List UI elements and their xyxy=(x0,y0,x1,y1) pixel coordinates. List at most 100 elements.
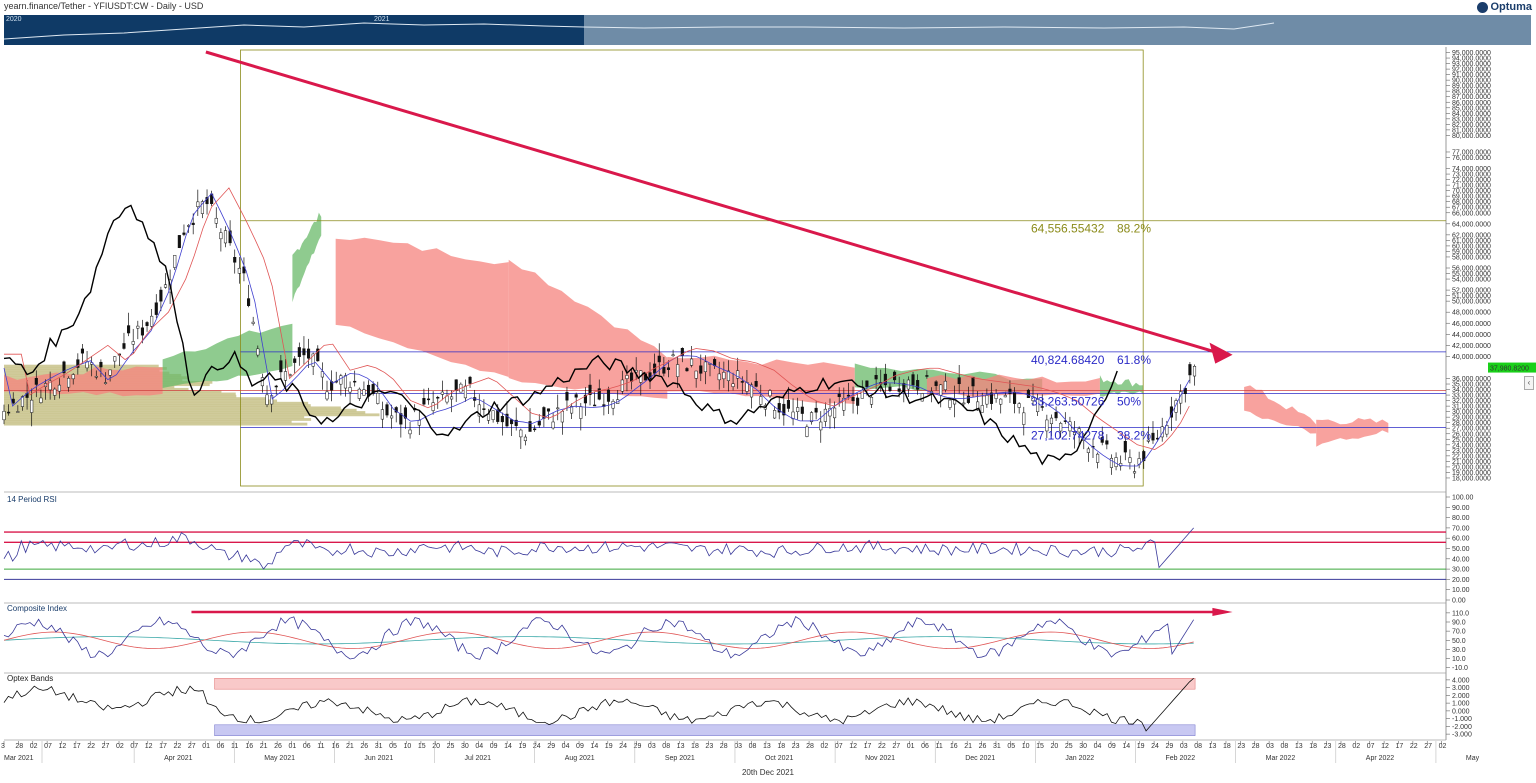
candle-body xyxy=(957,377,961,385)
x-month-label: Apr 2021 xyxy=(164,755,193,762)
price-y-tick-label: 58,000.0000 xyxy=(1452,254,1491,261)
candle-body xyxy=(339,375,343,385)
candle-body xyxy=(1008,388,1012,394)
x-day-tick-label: 14 xyxy=(590,743,598,750)
x-day-tick-label: 06 xyxy=(303,743,311,750)
price-y-tick-label: 54,000.0000 xyxy=(1452,277,1491,284)
composite-panel-title: Composite Index xyxy=(7,604,68,613)
candle-body xyxy=(468,376,472,384)
candle-body xyxy=(380,409,384,420)
fib-percent-label: 50% xyxy=(1117,395,1141,409)
x-day-tick-label: 22 xyxy=(87,743,95,750)
candle-body xyxy=(177,235,181,248)
x-day-tick-label: 16 xyxy=(950,743,958,750)
candle-body xyxy=(140,327,144,336)
candle-body xyxy=(454,379,458,391)
candle-body xyxy=(191,222,195,225)
candle-body xyxy=(934,381,938,386)
candle-body xyxy=(1132,471,1137,474)
candle-body xyxy=(565,391,569,401)
chart-canvas[interactable]: 64,556.55432 88.2% 40,824.68420 61.8% 33,263… xyxy=(0,0,1536,783)
candle-body xyxy=(16,411,20,413)
candle-body xyxy=(800,406,804,414)
price-y-tick-label: 76,000.0000 xyxy=(1452,155,1491,162)
candle-body xyxy=(1128,457,1132,463)
candle-body xyxy=(943,380,947,390)
optex-y-tick-label: 4.000 xyxy=(1452,677,1470,684)
x-day-tick-label: 17 xyxy=(1395,743,1403,750)
candle-body xyxy=(482,408,486,410)
x-day-tick-label: 21 xyxy=(346,743,354,750)
price-y-tick-label: 18,000.0000 xyxy=(1452,475,1491,482)
x-day-tick-label: 28 xyxy=(806,743,814,750)
x-day-tick-label: 22 xyxy=(878,743,886,750)
candle-body xyxy=(39,397,43,403)
rsi-y-tick-label: 80.00 xyxy=(1452,515,1470,522)
candle-body xyxy=(523,436,527,442)
fib-percent-label: 88.2% xyxy=(1117,222,1151,236)
candle-body xyxy=(999,398,1003,405)
x-month-label: May 2021 xyxy=(264,755,295,762)
candle-body xyxy=(496,409,500,422)
candle-body xyxy=(426,398,431,401)
candle-body xyxy=(925,375,929,377)
price-y-tick-label: 44,000.0000 xyxy=(1452,332,1491,339)
candle-body xyxy=(154,302,158,315)
price-y-tick-label: 40,000.0000 xyxy=(1452,354,1491,361)
x-day-tick-label: 19 xyxy=(1137,743,1145,750)
candle-body xyxy=(551,421,555,429)
x-day-tick-label: 08 xyxy=(662,743,670,750)
optex-y-tick-label: -2.000 xyxy=(1452,724,1472,731)
candle-body xyxy=(219,232,223,240)
candle-body xyxy=(1054,412,1058,419)
candle-body xyxy=(1151,432,1155,441)
x-day-tick-label: 26 xyxy=(979,743,987,750)
candle-body xyxy=(611,401,615,409)
x-month-label: Mar 2021 xyxy=(4,755,34,762)
x-day-tick-label: 24 xyxy=(1151,743,1159,750)
candle-body xyxy=(916,380,920,390)
candle-body xyxy=(846,394,850,397)
candle-body xyxy=(108,369,112,376)
candle-body xyxy=(1086,448,1090,453)
candle-body xyxy=(256,348,260,356)
x-month-label: Jul 2021 xyxy=(465,755,492,762)
price-y-tick-label: 50,000.0000 xyxy=(1452,299,1491,306)
candle-body xyxy=(99,361,103,368)
x-day-tick-label: 19 xyxy=(605,743,613,750)
x-day-tick-label: 10 xyxy=(404,743,412,750)
candle-body xyxy=(703,361,707,372)
candle-body xyxy=(773,410,777,419)
candle-body xyxy=(1096,453,1100,463)
x-month-label: Apr 2022 xyxy=(1366,755,1395,762)
x-day-tick-label: 27 xyxy=(1424,743,1432,750)
collapse-panel-button[interactable]: ‹ xyxy=(1524,376,1534,390)
candle-body xyxy=(53,388,57,396)
candle-body xyxy=(948,399,952,408)
x-day-tick-label: 14 xyxy=(1122,743,1130,750)
rsi-y-tick-label: 50.00 xyxy=(1452,546,1470,553)
x-day-tick-label: 10 xyxy=(1022,743,1030,750)
candle-body xyxy=(985,395,989,405)
candle-body xyxy=(431,402,435,411)
price-y-tick-label: 48,000.0000 xyxy=(1452,310,1491,317)
x-day-tick-label: 01 xyxy=(289,743,297,750)
candle-body xyxy=(874,375,878,380)
candle-body xyxy=(740,381,744,383)
candle-body xyxy=(662,367,666,374)
candle-body xyxy=(666,367,671,370)
candle-body xyxy=(422,398,426,405)
x-day-tick-label: 23 xyxy=(705,743,713,750)
x-day-tick-label: 08 xyxy=(749,743,757,750)
rsi-y-tick-label: 0.00 xyxy=(1452,598,1466,605)
candle-body xyxy=(417,419,421,426)
candle-body xyxy=(759,396,763,405)
candle-body xyxy=(196,201,200,207)
x-day-tick-label: 13 xyxy=(1295,743,1303,750)
candle-body xyxy=(57,384,61,392)
rsi-y-tick-label: 70.00 xyxy=(1452,525,1470,532)
candle-body xyxy=(939,384,943,396)
x-day-tick-label: 15 xyxy=(418,743,426,750)
x-day-tick-label: 31 xyxy=(375,743,383,750)
candle-body xyxy=(131,341,135,345)
